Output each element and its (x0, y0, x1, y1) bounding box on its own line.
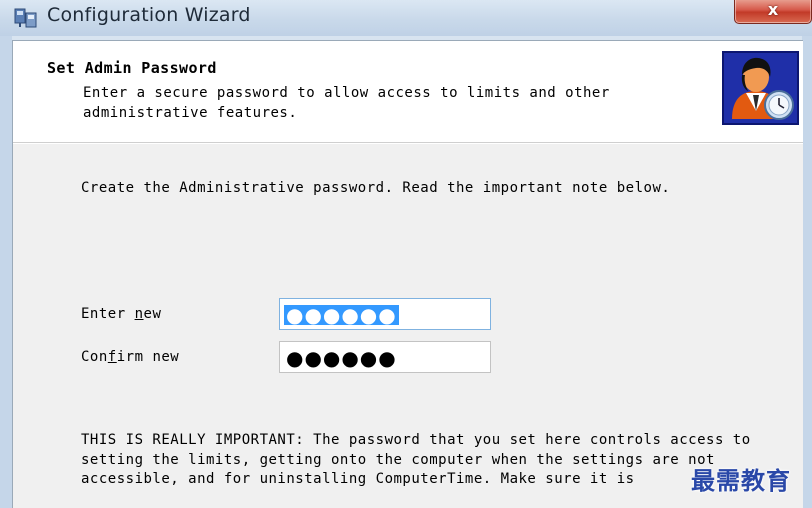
window-frame-left (0, 36, 12, 508)
watermark-text: 最需教育 (691, 466, 791, 495)
confirm-new-label-prefix: Con (81, 349, 108, 365)
admin-user-clock-graphic (732, 57, 794, 120)
confirm-new-label-suffix: irm new (116, 349, 180, 365)
close-button[interactable]: x (734, 0, 812, 24)
enter-new-label-mnemonic: n (134, 306, 144, 322)
new-password-input[interactable]: ●●●●●● (279, 298, 491, 330)
configuration-wizard-window: Configuration Wizard x Set Admin Passwor… (0, 0, 812, 508)
enter-new-label-suffix: ew (143, 306, 162, 322)
app-icon (14, 8, 37, 28)
instruction-text: Create the Administrative password. Read… (81, 180, 671, 196)
page-title: Set Admin Password (47, 59, 217, 77)
wizard-header: Set Admin Password Enter a secure passwo… (13, 41, 803, 143)
page-subtitle: Enter a secure password to allow access … (83, 85, 619, 121)
admin-user-clock-icon (722, 51, 799, 125)
confirm-password-input[interactable]: ●●●●●● (279, 341, 491, 373)
new-password-masked-value: ●●●●●● (284, 303, 399, 327)
title-bar[interactable]: Configuration Wizard x (0, 0, 812, 36)
window-frame-right (802, 36, 812, 508)
enter-new-label: Enter new (81, 306, 161, 322)
confirm-new-label: Confirm new (81, 349, 179, 365)
window-title: Configuration Wizard (47, 4, 251, 26)
wizard-client-area: Set Admin Password Enter a secure passwo… (12, 40, 803, 508)
confirm-new-label-mnemonic: f (107, 349, 117, 365)
enter-new-label-prefix: Enter (81, 306, 135, 322)
confirm-password-masked-value: ●●●●●● (286, 346, 397, 370)
